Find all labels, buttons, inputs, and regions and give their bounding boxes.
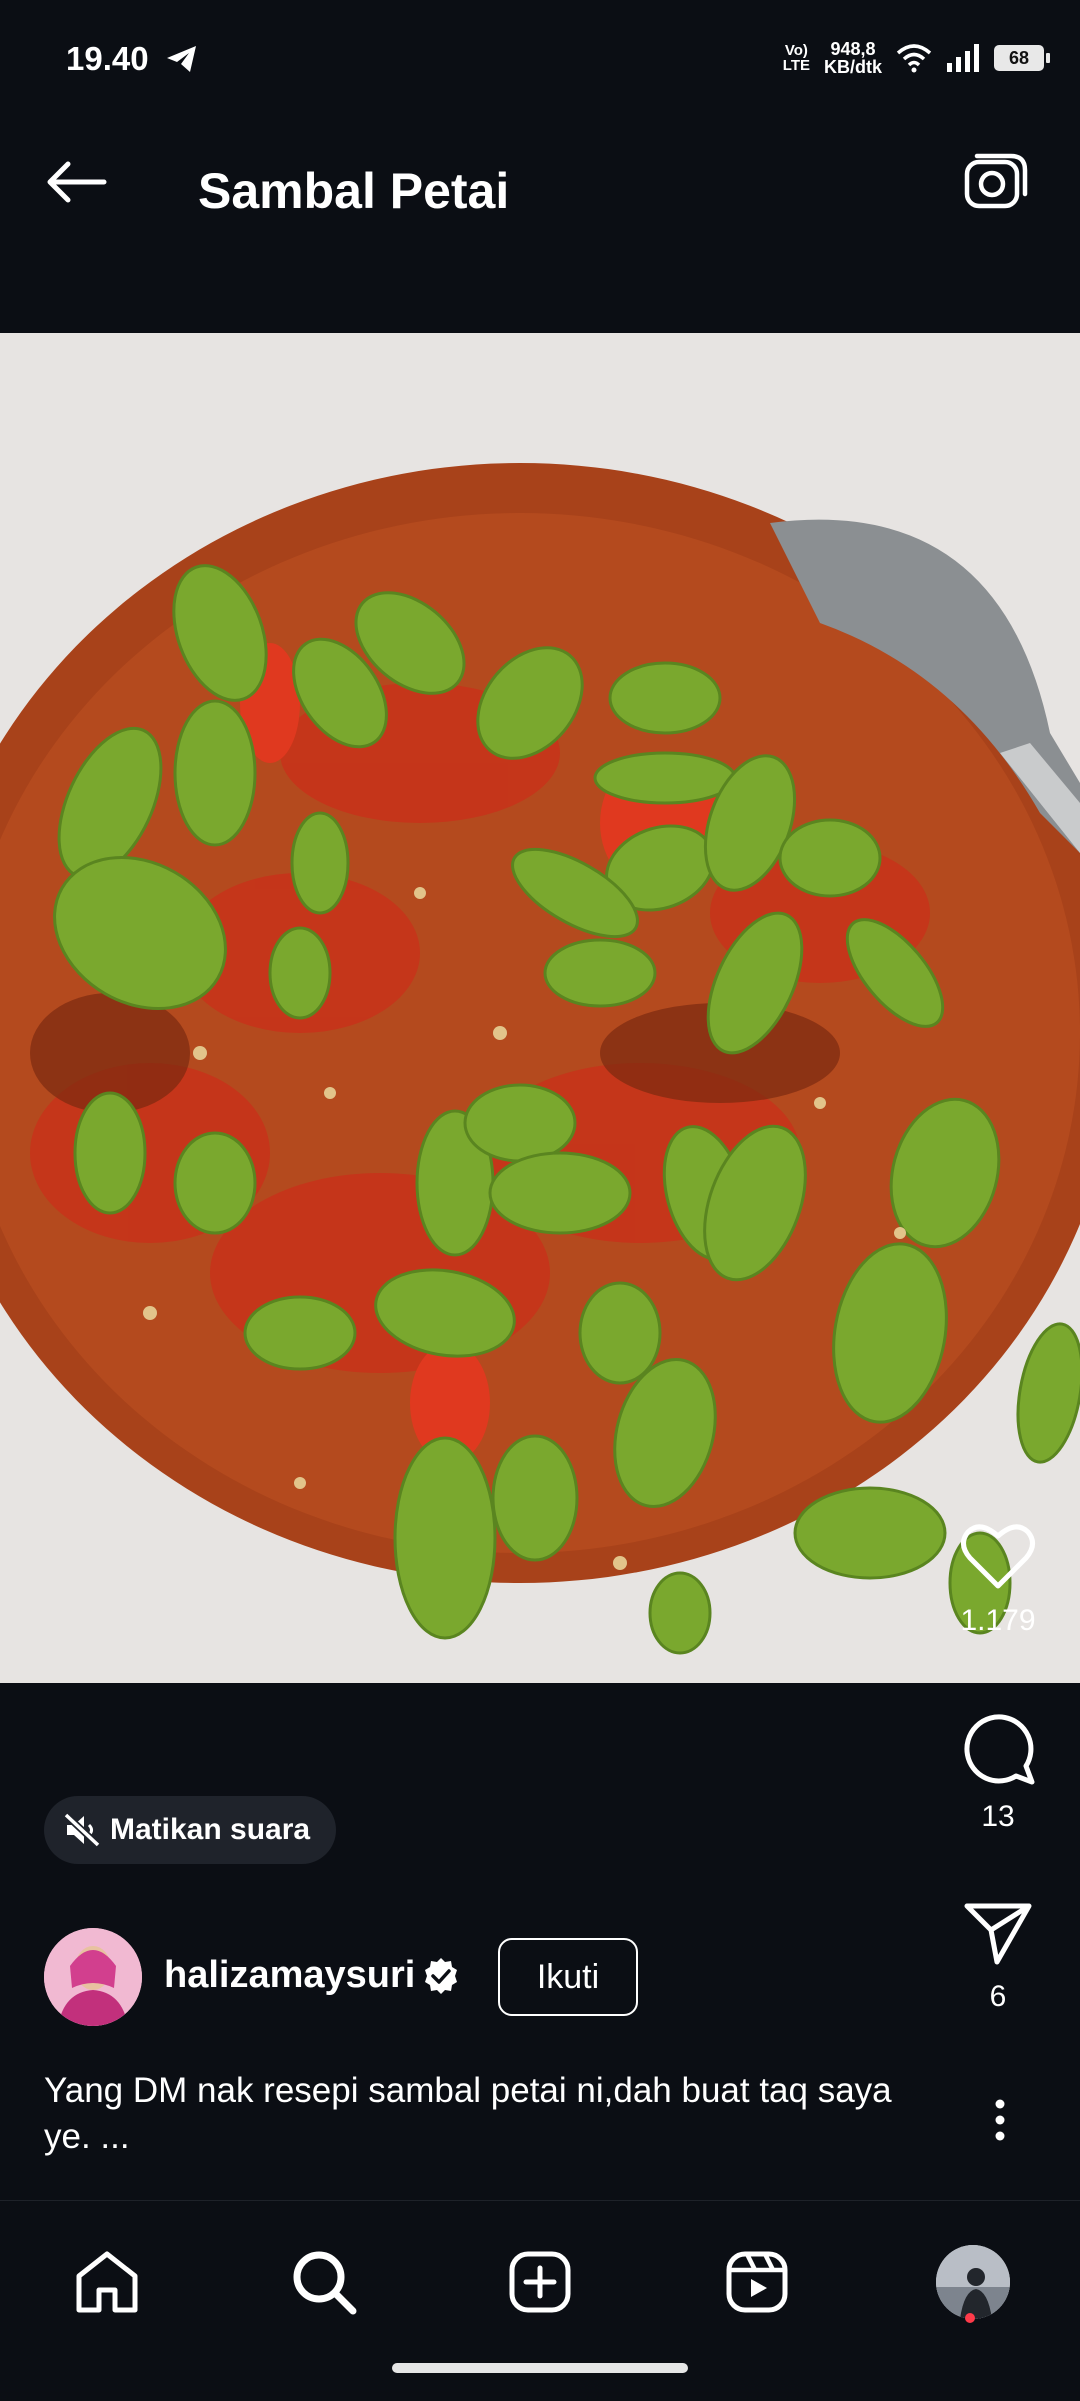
- nav-search[interactable]: [279, 2237, 369, 2327]
- status-time: 19.40: [66, 40, 149, 77]
- comment-button[interactable]: 13: [938, 1710, 1058, 1834]
- reels-icon: [726, 2251, 788, 2313]
- comment-count: 13: [981, 1800, 1015, 1833]
- share-button[interactable]: 6: [938, 1900, 1058, 2014]
- avatar-image: [44, 1928, 142, 2026]
- volte-indicator: Vo) LTE: [782, 42, 810, 74]
- more-vertical-icon: [995, 2099, 1005, 2141]
- camera-icon: [964, 153, 1028, 209]
- home-indicator[interactable]: [392, 2363, 688, 2373]
- send-icon: [964, 1903, 1032, 1965]
- nav-create[interactable]: [495, 2237, 585, 2327]
- author-username[interactable]: halizamaysuri: [164, 1954, 415, 1997]
- more-options-button[interactable]: [980, 2090, 1020, 2150]
- author-avatar[interactable]: [44, 1928, 142, 2026]
- nav-reels[interactable]: [712, 2237, 802, 2327]
- camera-button[interactable]: [956, 142, 1036, 222]
- notification-dot: [965, 2313, 975, 2323]
- speaker-muted-icon: [64, 1813, 100, 1847]
- create-icon: [509, 2251, 571, 2313]
- status-bar: 19.40 Vo) LTE 948,8 KB/dtk 68: [0, 0, 1080, 92]
- like-count: 1.179: [960, 1604, 1036, 1637]
- sambal-petai-photo: [0, 333, 1080, 1683]
- arrow-left-icon: [47, 161, 107, 203]
- page-title: Sambal Petai: [198, 163, 510, 219]
- follow-button[interactable]: Ikuti: [498, 1938, 638, 2016]
- search-icon: [293, 2251, 357, 2315]
- profile-avatar: [936, 2245, 1010, 2319]
- wifi-icon: [896, 44, 932, 73]
- heart-icon: [961, 1524, 1035, 1589]
- back-button[interactable]: [36, 142, 116, 222]
- like-button[interactable]: 1.179: [938, 1522, 1058, 1638]
- comment-icon: [964, 1714, 1035, 1785]
- signal-icon: [947, 44, 979, 72]
- verified-badge-icon: [425, 1958, 457, 1994]
- mute-button[interactable]: Matikan suara: [44, 1796, 337, 1864]
- telegram-icon: [167, 46, 196, 72]
- mute-label: Matikan suara: [110, 1813, 311, 1846]
- post-caption[interactable]: Yang DM nak resepi sambal petai ni,dah b…: [44, 2068, 924, 2160]
- post-media[interactable]: [0, 333, 1080, 1683]
- nav-home[interactable]: [62, 2237, 152, 2327]
- header: Sambal Petai: [0, 92, 1080, 342]
- share-count: 6: [989, 1980, 1007, 2013]
- network-speed: 948,8 KB/dtk: [824, 39, 882, 77]
- home-icon: [76, 2251, 138, 2313]
- status-indicators: Vo) LTE 948,8 KB/dtk 68: [782, 36, 1050, 80]
- battery-icon: 68: [994, 45, 1050, 71]
